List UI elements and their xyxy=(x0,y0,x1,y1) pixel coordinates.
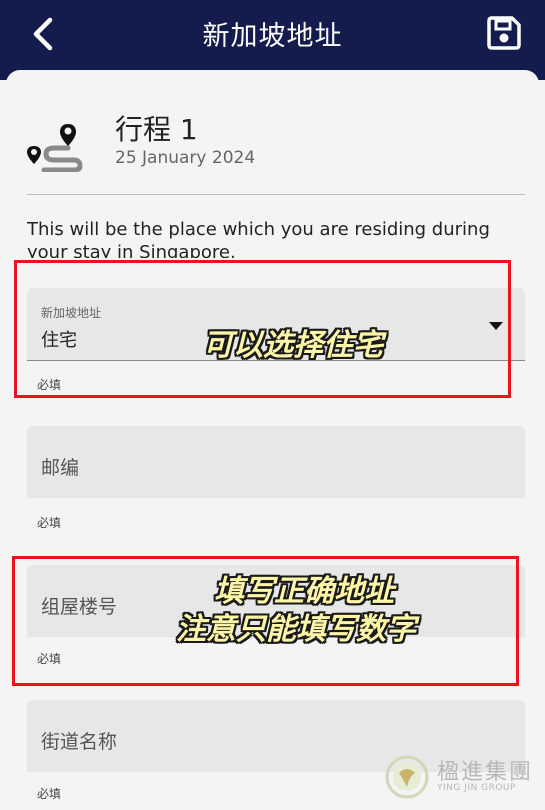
trip-date: 25 January 2024 xyxy=(115,148,256,168)
field-placeholder: 邮编 xyxy=(41,457,80,479)
logo-icon xyxy=(385,755,429,799)
save-icon xyxy=(487,16,521,50)
required-hint: 必填 xyxy=(37,516,62,530)
watermark-name: 楹進集團 xyxy=(437,760,534,785)
trip-title: 行程 1 xyxy=(115,113,198,146)
watermark-sub: YING JIN GROUP xyxy=(437,783,516,793)
route-icon xyxy=(27,124,83,172)
page-title: 新加坡地址 xyxy=(202,21,343,52)
watermark: 楹進集團 YING JIN GROUP xyxy=(385,752,545,802)
required-hint: 必填 xyxy=(37,787,62,801)
save-button[interactable] xyxy=(485,14,523,52)
postal-code-input[interactable]: 邮编 xyxy=(27,426,525,498)
field-placeholder: 街道名称 xyxy=(41,731,118,753)
header-bar: 新加坡地址 xyxy=(0,0,545,80)
intro-text: This will be the place which you are res… xyxy=(27,219,490,258)
divider xyxy=(27,194,525,195)
annotation-note: 可以选择住宅 xyxy=(203,328,383,363)
annotation-note: 注意只能填写数字 xyxy=(176,612,416,647)
